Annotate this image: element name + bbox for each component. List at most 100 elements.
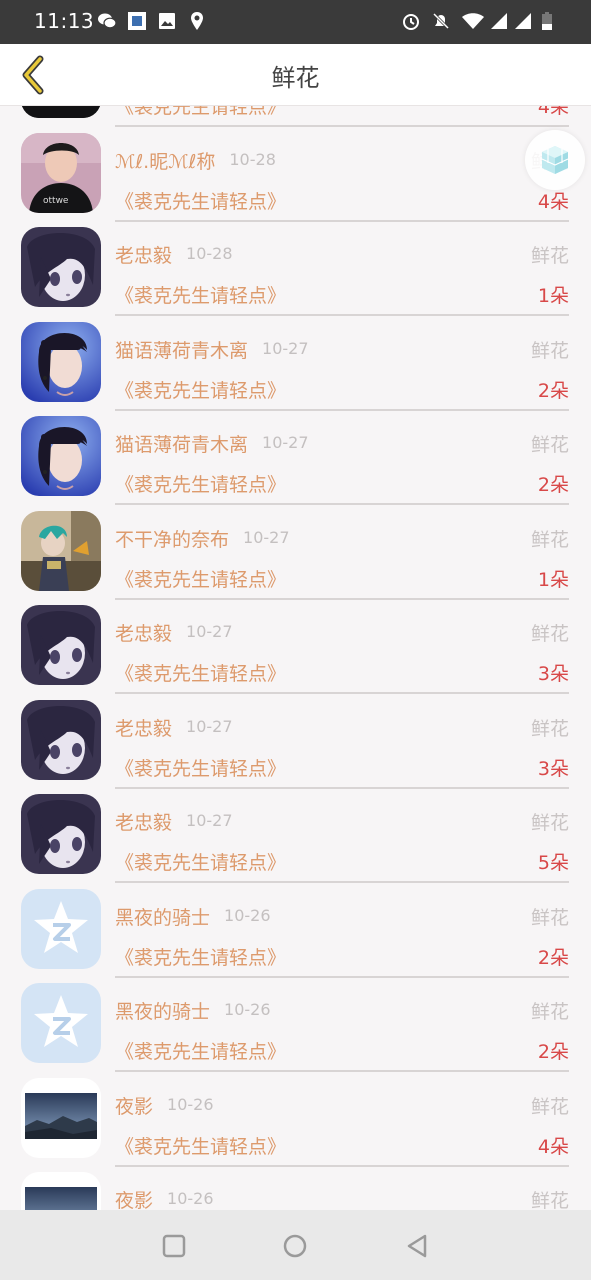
list-item[interactable]: 黑夜的骑士 10-26 鲜花 《裘克先生请轻点》 2朵 bbox=[0, 971, 591, 1072]
user-name[interactable]: 老忠毅 bbox=[115, 808, 172, 835]
home-circle-icon bbox=[283, 1234, 307, 1258]
system-nav-bar bbox=[0, 1210, 591, 1280]
flower-count: 3朵 bbox=[537, 757, 569, 780]
avatar[interactable] bbox=[21, 227, 101, 307]
gift-date: 10-26 bbox=[167, 1094, 214, 1114]
user-name[interactable]: 黑夜的骑士 bbox=[115, 997, 210, 1024]
gift-date: 10-26 bbox=[224, 905, 271, 925]
user-name[interactable]: 不干净的奈布 bbox=[115, 525, 229, 552]
gift-type-label: 鲜花 bbox=[530, 623, 569, 645]
flower-count: 3朵 bbox=[537, 663, 569, 685]
avatar[interactable] bbox=[21, 106, 101, 118]
avatar[interactable] bbox=[21, 321, 101, 402]
book-title[interactable]: 《裘克先生请轻点》 bbox=[115, 659, 286, 686]
list-item[interactable]: 老忠毅 10-27 鲜花《裘克先生请轻点》 3朵 bbox=[0, 593, 591, 694]
gift-date: 10-27 bbox=[186, 622, 233, 641]
book-title[interactable]: 《裘克先生请轻点》 bbox=[115, 565, 286, 592]
gift-type-label: 鲜花 bbox=[530, 1001, 569, 1023]
gift-date: 10-27 bbox=[186, 811, 233, 830]
app-icon bbox=[126, 10, 148, 32]
list-item[interactable]: 夜影 10-26 鲜花 《裘克先生请轻点》 4朵 bbox=[0, 1066, 591, 1167]
list-item[interactable]: 老忠毅 10-27 鲜花 《裘克先生请轻点》 3朵 bbox=[0, 688, 591, 789]
gift-date: 10-28 bbox=[186, 244, 233, 263]
signal-icon bbox=[512, 10, 534, 32]
list-item[interactable]: 猫语薄荷青木离 10-27 鲜花 《裘克先生请轻点》 2朵 bbox=[0, 404, 591, 505]
flower-count: 2朵 bbox=[537, 379, 569, 402]
app-header: 鲜花 bbox=[0, 44, 591, 106]
list-item[interactable]: 猫语薄荷青木离 10-27 鲜花《裘克先生请轻点》 2朵 bbox=[0, 310, 591, 411]
nav-back-button[interactable] bbox=[403, 1232, 431, 1260]
avatar[interactable] bbox=[21, 510, 101, 591]
page-title: 鲜花 bbox=[271, 64, 320, 92]
book-title[interactable]: 《裘克先生请轻点》 bbox=[115, 848, 286, 875]
list-item[interactable]: 不干净的奈布 10-27 鲜花《裘克先生请轻点》 1朵 bbox=[0, 499, 591, 600]
wechat-icon bbox=[96, 10, 118, 32]
list-item[interactable]: 夜影 10-26 鲜花 bbox=[0, 1160, 591, 1210]
gift-list[interactable]: 《裘克先生请轻点》4朵ottweℳℓ.昵ℳℓ称10-28鲜花《裘克先生请轻点》4… bbox=[0, 106, 591, 1210]
gift-date: 10-27 bbox=[262, 433, 309, 452]
list-item[interactable]: 老忠毅 10-27 鲜花《裘克先生请轻点》 5朵 bbox=[0, 782, 591, 883]
floating-cube-button[interactable] bbox=[525, 130, 585, 190]
avatar[interactable] bbox=[21, 888, 101, 969]
flower-count: 4朵 bbox=[537, 1135, 569, 1158]
gift-type-label: 鲜花 bbox=[530, 812, 569, 834]
avatar[interactable] bbox=[21, 794, 101, 874]
avatar[interactable] bbox=[21, 699, 101, 780]
back-triangle-icon bbox=[407, 1234, 427, 1258]
user-name[interactable]: 夜影 bbox=[115, 1092, 153, 1119]
book-title[interactable]: 《裘克先生请轻点》 bbox=[115, 470, 286, 497]
list-item[interactable]: 《裘克先生请轻点》 4朵 bbox=[0, 106, 591, 127]
gift-type-label: 鲜花 bbox=[530, 906, 569, 929]
wifi-icon bbox=[460, 10, 486, 32]
avatar[interactable] bbox=[21, 983, 101, 1063]
battery-icon bbox=[540, 10, 554, 32]
book-title[interactable]: 《裘克先生请轻点》 bbox=[115, 376, 286, 403]
flower-count: 5朵 bbox=[537, 852, 569, 874]
book-title[interactable]: 《裘克先生请轻点》 bbox=[115, 1132, 286, 1159]
flower-count: 1朵 bbox=[537, 285, 569, 307]
user-name[interactable]: 老忠毅 bbox=[115, 241, 172, 268]
book-title[interactable]: 《裘克先生请轻点》 bbox=[115, 281, 286, 308]
list-item[interactable]: 老忠毅 10-28 鲜花《裘克先生请轻点》 1朵 bbox=[0, 215, 591, 316]
user-name[interactable]: 猫语薄荷青木离 bbox=[115, 430, 248, 457]
gift-date: 10-26 bbox=[224, 1000, 271, 1019]
user-name[interactable]: 夜影 bbox=[115, 1186, 153, 1210]
user-name[interactable]: ℳℓ.昵ℳℓ称 bbox=[115, 147, 215, 174]
gift-type-label: 鲜花 bbox=[530, 528, 569, 551]
svg-text:ottwe: ottwe bbox=[43, 196, 69, 206]
flower-count: 2朵 bbox=[537, 946, 569, 969]
avatar[interactable] bbox=[21, 605, 101, 685]
location-icon bbox=[186, 10, 208, 32]
user-name[interactable]: 黑夜的骑士 bbox=[115, 903, 210, 930]
status-time: 11:13 bbox=[34, 9, 95, 33]
book-title[interactable]: 《裘克先生请轻点》 bbox=[115, 754, 286, 781]
avatar[interactable]: ottwe bbox=[21, 132, 101, 213]
cube-icon bbox=[541, 146, 569, 174]
user-name[interactable]: 老忠毅 bbox=[115, 619, 172, 646]
recents-button[interactable] bbox=[160, 1232, 188, 1260]
gift-date: 10-27 bbox=[262, 338, 309, 358]
avatar[interactable] bbox=[21, 416, 101, 496]
home-button[interactable] bbox=[281, 1232, 309, 1260]
book-title[interactable]: 《裘克先生请轻点》 bbox=[115, 187, 286, 214]
gift-type-label: 鲜花 bbox=[530, 339, 569, 362]
gift-date: 10-27 bbox=[243, 527, 290, 547]
gift-type-label: 鲜花 bbox=[530, 434, 569, 456]
signal-icon bbox=[488, 10, 510, 32]
book-title[interactable]: 《裘克先生请轻点》 bbox=[115, 106, 286, 119]
status-bar: 11:13 bbox=[0, 0, 591, 44]
gift-type-label: 鲜花 bbox=[530, 1190, 569, 1210]
gift-date: 10-26 bbox=[167, 1189, 214, 1208]
user-name[interactable]: 猫语薄荷青木离 bbox=[115, 336, 248, 363]
book-title[interactable]: 《裘克先生请轻点》 bbox=[115, 1037, 286, 1064]
avatar[interactable] bbox=[21, 1172, 101, 1210]
gift-type-label: 鲜花 bbox=[530, 245, 569, 267]
list-item[interactable]: ottweℳℓ.昵ℳℓ称10-28鲜花《裘克先生请轻点》4朵 bbox=[0, 121, 591, 222]
avatar[interactable] bbox=[21, 1077, 101, 1158]
image-icon bbox=[156, 10, 178, 32]
flower-count: 1朵 bbox=[537, 568, 569, 591]
book-title[interactable]: 《裘克先生请轻点》 bbox=[115, 943, 286, 970]
list-item[interactable]: 黑夜的骑士 10-26 鲜花《裘克先生请轻点》 2朵 bbox=[0, 877, 591, 978]
user-name[interactable]: 老忠毅 bbox=[115, 714, 172, 741]
flower-count: 4朵 bbox=[537, 106, 569, 118]
